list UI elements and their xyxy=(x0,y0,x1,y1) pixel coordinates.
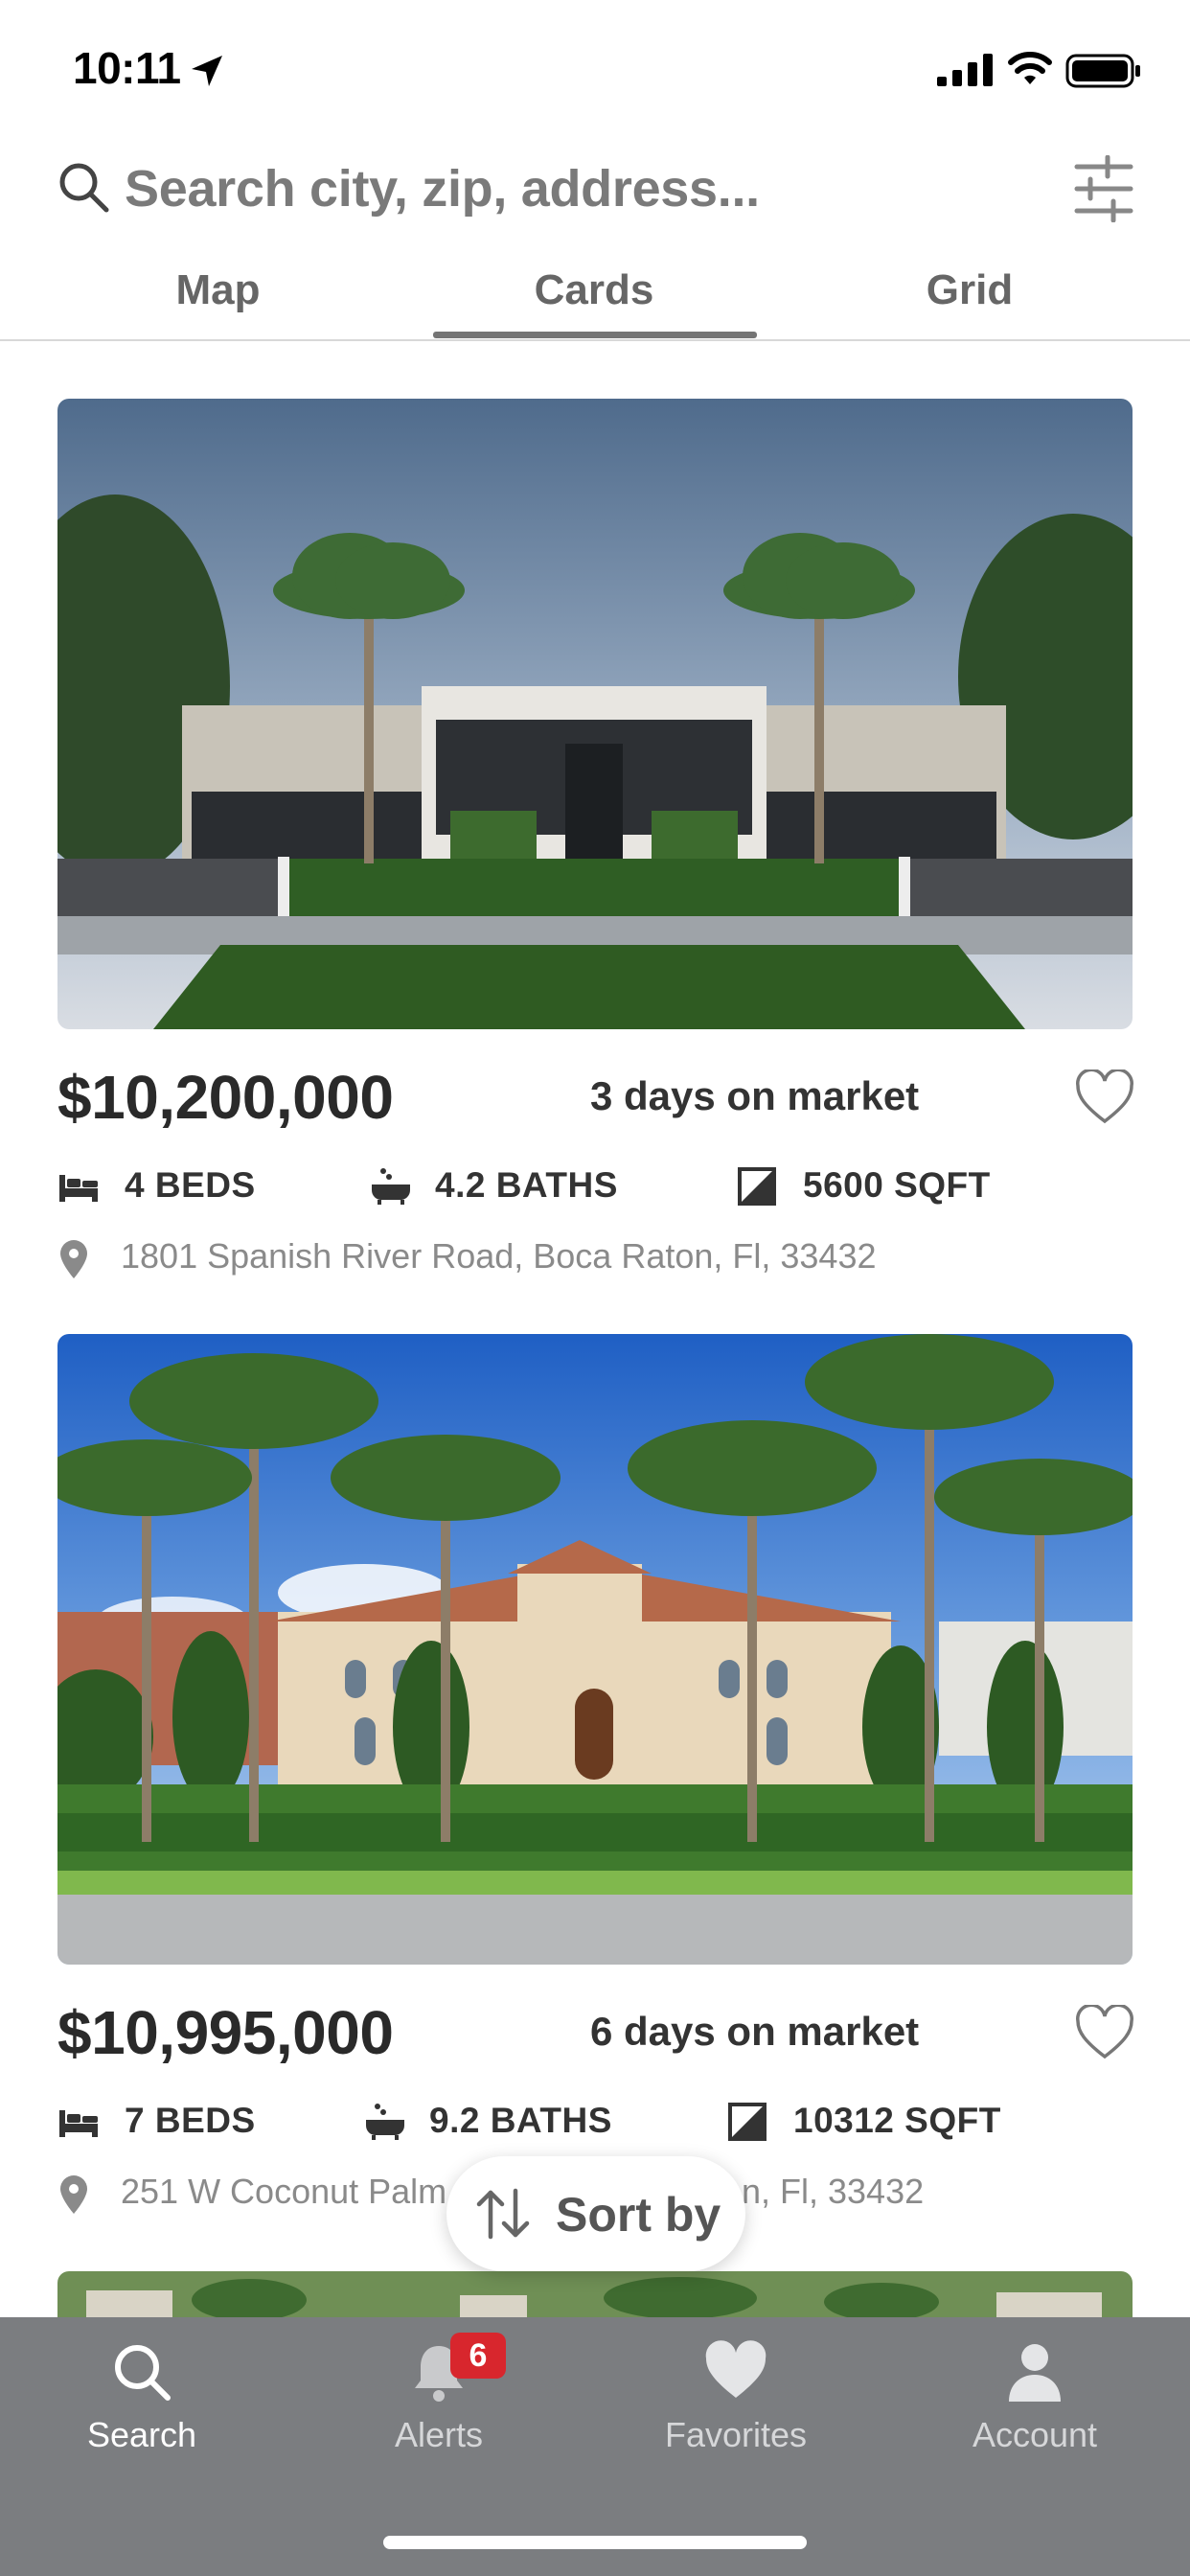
favorite-heart-icon[interactable] xyxy=(1075,2005,1134,2060)
listing-photo-partial[interactable] xyxy=(57,2271,1133,2319)
tabbar-alerts-label: Alerts xyxy=(394,2415,484,2454)
tab-grid[interactable]: Grid xyxy=(883,266,1056,314)
search-bar[interactable]: Search city, zip, address... xyxy=(0,144,1190,240)
beds-count: 4 BEDS xyxy=(125,1165,256,1205)
beds-count: 7 BEDS xyxy=(125,2101,256,2140)
location-pin-icon xyxy=(60,1240,87,1278)
square-footage-icon xyxy=(738,1167,776,1206)
bed-icon xyxy=(59,1175,98,1202)
home-indicator[interactable] xyxy=(383,2536,807,2549)
listing-price: $10,995,000 xyxy=(57,1998,394,2067)
listing-address: 1801 Spanish River Road, Boca Raton, Fl,… xyxy=(121,1236,877,1276)
wifi-icon xyxy=(1008,52,1052,84)
active-tab-indicator xyxy=(433,332,757,338)
sort-button[interactable]: Sort by xyxy=(446,2156,745,2271)
view-tabs: Map Cards Grid xyxy=(0,259,1190,341)
tab-cards[interactable]: Cards xyxy=(498,266,690,314)
listing-specs: 7 BEDS 9.2 BATHS 10312 SQFT xyxy=(57,2097,1133,2150)
sqft-value: 5600 SQFT xyxy=(803,1165,991,1205)
listing-photo[interactable] xyxy=(57,1334,1133,1965)
days-on-market: 6 days on market xyxy=(590,2009,920,2054)
tabbar-favorites-label: Favorites xyxy=(664,2415,808,2454)
heart-icon xyxy=(705,2340,767,2398)
favorite-heart-icon[interactable] xyxy=(1075,1070,1134,1125)
tabbar-account-label: Account xyxy=(972,2415,1098,2454)
listing-price: $10,200,000 xyxy=(57,1063,394,1132)
baths-count: 9.2 BATHS xyxy=(429,2101,612,2140)
listing-address-start: 251 W Coconut Palm xyxy=(121,2172,447,2211)
tabbar-account[interactable]: Account xyxy=(920,2338,1150,2455)
days-on-market: 3 days on market xyxy=(590,1073,920,1118)
person-icon xyxy=(1009,2344,1061,2402)
baths-count: 4.2 BATHS xyxy=(435,1165,618,1205)
alerts-badge: 6 xyxy=(450,2333,506,2379)
cellular-signal-icon xyxy=(937,54,993,86)
listing-specs: 4 BEDS 4.2 BATHS 5600 SQFT xyxy=(57,1162,1133,1215)
search-input[interactable]: Search city, zip, address... xyxy=(125,159,760,218)
location-pin-icon xyxy=(60,2175,87,2214)
tabbar-favorites[interactable]: Favorites xyxy=(621,2338,851,2455)
listing-address-end: n, Fl, 33432 xyxy=(742,2172,925,2211)
bathtub-icon xyxy=(366,2104,404,2140)
status-bar: 10:11 xyxy=(0,0,1190,144)
filter-sliders-icon[interactable] xyxy=(1073,155,1134,222)
tabbar-alerts[interactable]: 6 Alerts xyxy=(324,2333,554,2455)
tabbar-search-label: Search xyxy=(86,2415,197,2454)
status-time: 10:11 xyxy=(73,43,181,93)
bed-icon xyxy=(59,2110,98,2137)
battery-icon xyxy=(1065,54,1140,88)
sqft-value: 10312 SQFT xyxy=(793,2101,1001,2140)
sort-label: Sort by xyxy=(556,2188,721,2242)
sort-arrows-icon xyxy=(476,2188,530,2240)
square-footage-icon xyxy=(728,2103,767,2141)
search-icon xyxy=(115,2345,171,2401)
tab-map[interactable]: Map xyxy=(134,266,302,314)
bathtub-icon xyxy=(372,1168,410,1205)
location-arrow-icon xyxy=(192,56,222,86)
listing-photo[interactable] xyxy=(57,399,1133,1029)
search-icon xyxy=(59,163,109,213)
tabbar-search[interactable]: Search xyxy=(27,2338,257,2455)
